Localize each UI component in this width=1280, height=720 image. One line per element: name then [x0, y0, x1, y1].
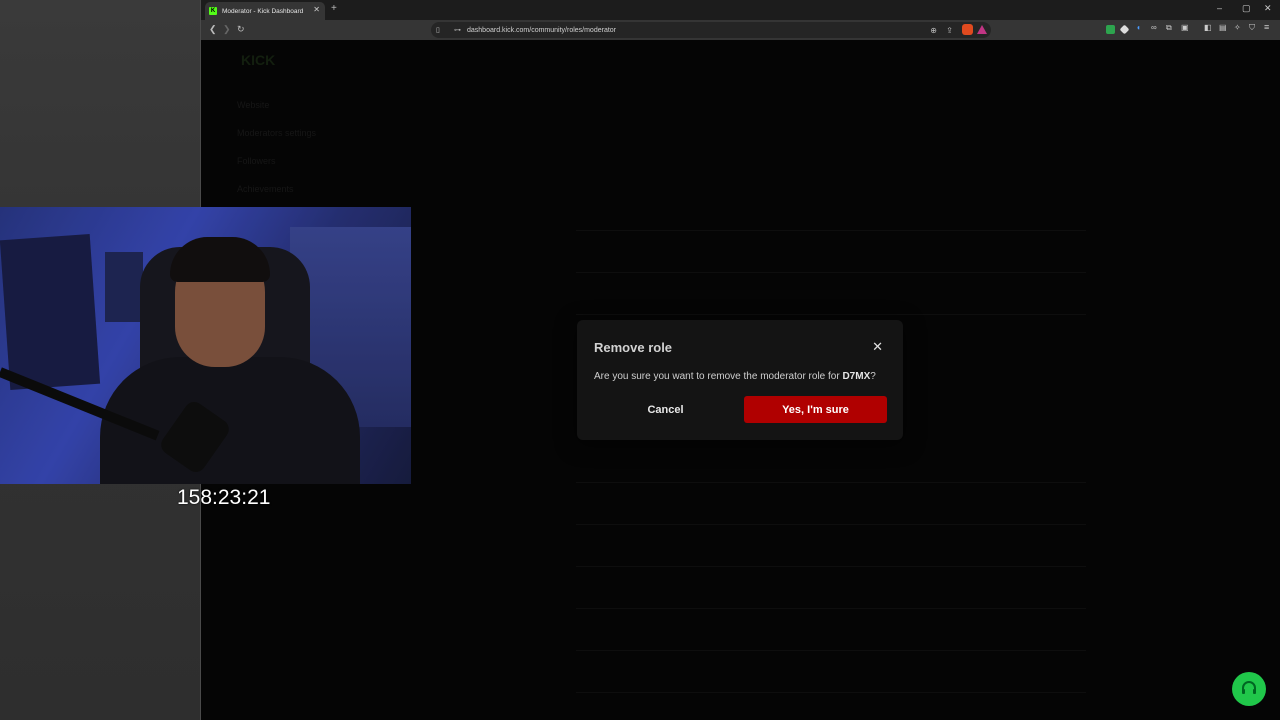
dialog-message-prefix: Are you sure you want to remove the mode… [594, 371, 843, 382]
cancel-button[interactable]: Cancel [595, 396, 736, 423]
tab-title: Moderator - Kick Dashboard [222, 7, 304, 15]
vpn-shield-icon[interactable]: ⛉ [1249, 23, 1258, 32]
kick-favicon-icon: K [209, 7, 217, 15]
extension-wave-icon[interactable]: ◖ [1136, 23, 1145, 32]
remove-role-dialog: Remove role ✕ Are you sure you want to r… [577, 320, 903, 440]
new-tab-button[interactable]: + [331, 3, 337, 14]
wallet-icon[interactable]: ▤ [1219, 23, 1228, 32]
back-icon[interactable]: ❮ [209, 24, 217, 35]
browser-toolbar: ❮ ❯ ↻ ▯ ⊶ dashboard.kick.com/community/r… [201, 20, 1280, 40]
site-info-icon[interactable]: ⊶ [454, 26, 461, 34]
url-text: dashboard.kick.com/community/roles/moder… [467, 26, 617, 34]
brave-rewards-icon[interactable] [977, 25, 987, 34]
dialog-username: D7MX [842, 371, 871, 382]
reload-icon[interactable]: ↻ [237, 24, 245, 35]
stream-timer: 158:23:21 [177, 486, 271, 509]
extensions-puzzle-icon[interactable]: ⧉ [1166, 23, 1175, 32]
headset-icon [1242, 681, 1256, 694]
zoom-icon[interactable]: ⊕ [930, 26, 937, 35]
close-window-button[interactable]: ✕ [1264, 3, 1272, 14]
maximize-button[interactable]: ▢ [1242, 3, 1251, 14]
menu-icon[interactable]: ≡ [1264, 22, 1273, 32]
dialog-message: Are you sure you want to remove the mode… [594, 371, 876, 382]
dialog-title: Remove role [594, 340, 673, 355]
minimize-button[interactable]: – [1217, 3, 1222, 13]
webcam-overlay [0, 207, 411, 484]
confirm-remove-button[interactable]: Yes, I'm sure [744, 396, 887, 423]
forward-icon[interactable]: ❯ [223, 24, 231, 35]
tab-close-icon[interactable]: ✕ [313, 5, 320, 14]
bookmark-icon[interactable]: ▯ [436, 26, 446, 34]
close-icon[interactable]: ✕ [872, 339, 883, 355]
extension-diamond-icon[interactable] [1119, 24, 1130, 35]
extension-green-icon[interactable] [1106, 25, 1115, 34]
share-icon[interactable]: ⇪ [946, 26, 953, 35]
extension-box-icon[interactable]: ▣ [1181, 23, 1190, 32]
browser-tab-active[interactable]: K Moderator - Kick Dashboard ✕ [205, 2, 325, 20]
sidebar-toggle-icon[interactable]: ◧ [1204, 23, 1213, 32]
browser-titlebar: K Moderator - Kick Dashboard ✕ + – ▢ ✕ [201, 0, 1280, 20]
webcam-shade [0, 207, 411, 484]
support-chat-button[interactable] [1232, 672, 1266, 706]
brave-shields-icon[interactable] [962, 24, 973, 35]
dialog-message-suffix: ? [870, 371, 876, 382]
address-bar[interactable]: ▯ ⊶ dashboard.kick.com/community/roles/m… [431, 22, 991, 38]
leo-ai-icon[interactable]: ✧ [1234, 23, 1243, 32]
extension-glasses-icon[interactable]: ∞ [1151, 23, 1160, 32]
